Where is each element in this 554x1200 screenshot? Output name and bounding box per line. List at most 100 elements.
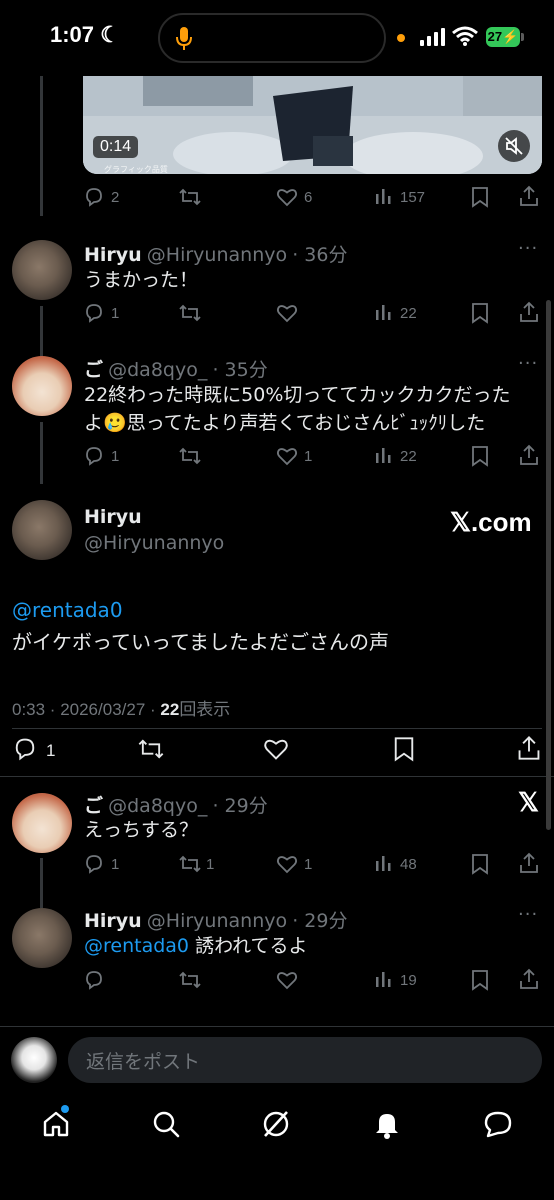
reply-icon [15, 738, 35, 761]
thread-line [40, 858, 43, 908]
post-meta: 0:33 · 2026/03/27 · 22回表示 [12, 695, 230, 720]
heart-icon [264, 739, 288, 760]
like-button[interactable] [263, 736, 289, 766]
post-time: · 36分 [292, 244, 348, 266]
author-handle[interactable]: @Hiryunannyo [84, 532, 224, 554]
nav-search[interactable] [150, 1108, 182, 1144]
repost-button[interactable] [178, 186, 202, 212]
author-handle[interactable]: @da8qyo_ [108, 795, 207, 817]
nav-grok[interactable] [260, 1108, 292, 1144]
like-count: 1 [304, 856, 313, 873]
heart-icon [276, 448, 298, 466]
share-button[interactable] [516, 735, 542, 765]
author-name[interactable]: ご [84, 359, 103, 381]
bookmark-button[interactable] [470, 969, 490, 995]
bookmark-button[interactable] [470, 445, 490, 471]
avatar[interactable] [12, 908, 72, 968]
views-button[interactable] [374, 969, 394, 993]
reply-button[interactable] [83, 186, 105, 212]
more-options-button[interactable]: ··· [518, 238, 538, 259]
repost-button[interactable] [178, 302, 202, 328]
more-options-button[interactable]: ··· [518, 904, 538, 925]
reply-button[interactable] [83, 853, 105, 879]
share-button[interactable] [518, 852, 540, 878]
mention-text[interactable]: @rentada0 [12, 598, 123, 622]
share-button[interactable] [518, 301, 540, 327]
post-text: うまかった！ [84, 269, 199, 291]
views-button[interactable] [374, 186, 394, 210]
nav-notifications[interactable] [371, 1108, 403, 1144]
view-count: 22 [400, 305, 417, 322]
charging-icon: ⚡ [502, 29, 519, 44]
share-button[interactable] [518, 185, 540, 211]
author-name[interactable]: Hiryu [84, 910, 142, 932]
text-fragment: よ [84, 412, 104, 434]
author-handle[interactable]: @da8qyo_ [108, 359, 207, 381]
nav-messages[interactable] [482, 1108, 514, 1144]
views-button[interactable] [374, 445, 394, 469]
video-frame [83, 76, 542, 174]
like-button[interactable] [276, 853, 298, 879]
reply-header: Hiryu @Hiryunannyo · 29分 [84, 906, 347, 933]
video-duration: 0:14 [93, 136, 139, 158]
bookmark-button[interactable] [392, 736, 416, 766]
repost-button[interactable] [137, 736, 165, 766]
like-button[interactable] [276, 445, 298, 471]
more-options-button[interactable]: ··· [518, 353, 538, 374]
like-button[interactable] [276, 186, 298, 212]
repost-icon [179, 447, 201, 465]
author-handle[interactable]: @Hiryunannyo [147, 244, 287, 266]
bookmark-button[interactable] [470, 853, 490, 879]
post-text-body: 誘われてるよ [195, 935, 308, 957]
reply-header: Hiryu @Hiryunannyo · 36分 [84, 240, 347, 267]
avatar[interactable] [12, 500, 72, 560]
post-time: · 29分 [292, 910, 348, 932]
bookmark-icon [472, 970, 488, 991]
reply-button[interactable] [12, 736, 38, 766]
author-handle[interactable]: @Hiryunannyo [147, 910, 287, 932]
repost-button[interactable] [178, 969, 202, 995]
mute-button[interactable] [498, 130, 530, 162]
repost-button[interactable] [178, 445, 202, 471]
home-icon [43, 1111, 69, 1137]
author-name[interactable]: ご [84, 795, 103, 817]
views-button[interactable] [374, 853, 394, 877]
like-button[interactable] [276, 302, 298, 328]
post-text: @rentada0 誘われてるよ [84, 932, 308, 960]
reply-header: ご @da8qyo_ · 29分 [84, 791, 268, 818]
like-button[interactable] [276, 969, 298, 995]
views-button[interactable] [374, 302, 394, 326]
bookmark-button[interactable] [470, 302, 490, 328]
repost-icon [179, 971, 201, 989]
views-label: 回表示 [179, 700, 231, 719]
repost-icon [179, 304, 201, 322]
analytics-icon [376, 972, 391, 987]
mention-link[interactable]: @rentada0 [12, 596, 123, 624]
analytics-icon [376, 189, 391, 204]
author-name[interactable]: Hiryu [84, 244, 142, 266]
reply-count: 1 [111, 305, 120, 322]
reply-button[interactable] [83, 302, 105, 328]
share-button[interactable] [518, 444, 540, 470]
bookmark-icon [472, 187, 488, 208]
search-icon [153, 1111, 180, 1138]
thread-line [40, 76, 43, 216]
scrollbar[interactable] [546, 300, 551, 830]
avatar[interactable] [12, 793, 72, 853]
avatar[interactable] [12, 240, 72, 300]
share-button[interactable] [518, 968, 540, 994]
bookmark-button[interactable] [470, 186, 490, 212]
author-name[interactable]: Hiryu [84, 506, 142, 528]
microphone-icon [176, 27, 192, 50]
repost-button[interactable] [178, 853, 202, 879]
reply-button[interactable] [83, 969, 105, 995]
mention-link[interactable]: @rentada0 [84, 935, 189, 957]
reply-count: 1 [111, 856, 120, 873]
avatar[interactable] [12, 356, 72, 416]
video-player[interactable] [83, 76, 542, 174]
reply-button[interactable] [83, 445, 105, 471]
bookmark-icon [472, 854, 488, 875]
user-avatar[interactable] [11, 1037, 57, 1083]
heart-icon [276, 305, 298, 323]
nav-home[interactable] [40, 1108, 72, 1144]
